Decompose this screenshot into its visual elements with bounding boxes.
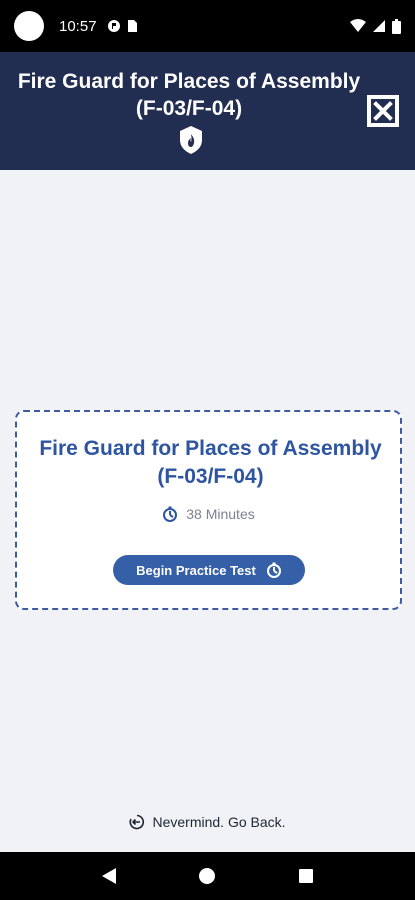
go-back-label: Nevermind. Go Back. — [152, 814, 286, 830]
begin-button-label: Begin Practice Test — [136, 562, 256, 578]
nav-recents-button[interactable] — [291, 861, 321, 891]
duration: 38 Minutes — [17, 506, 400, 522]
battery-icon — [392, 18, 401, 34]
duration-label: 38 Minutes — [186, 506, 255, 522]
circle-home-icon — [199, 868, 216, 884]
triangle-back-icon — [102, 868, 117, 884]
camera-cutout-icon — [14, 11, 44, 41]
status-time: 10:57 — [59, 17, 97, 35]
stopwatch-icon — [266, 562, 281, 578]
test-card: Fire Guard for Places of Assembly (F-03/… — [15, 410, 402, 610]
signal-icon — [373, 20, 385, 32]
system-nav-bar — [0, 852, 415, 900]
sim-card-icon — [127, 20, 137, 32]
close-button[interactable] — [366, 94, 400, 128]
nav-home-button[interactable] — [192, 861, 222, 891]
arrow-left-circle-icon — [130, 814, 145, 830]
status-bar: 10:57 — [0, 0, 415, 52]
nav-back-button[interactable] — [94, 861, 124, 891]
app-header: Fire Guard for Places of Assembly (F-03/… — [0, 52, 415, 170]
notification-icon — [107, 20, 120, 32]
stopwatch-icon — [163, 506, 178, 522]
square-recents-icon — [298, 869, 313, 883]
fire-shield-icon — [180, 126, 202, 154]
page-title: Fire Guard for Places of Assembly (F-03/… — [17, 70, 361, 120]
test-title: Fire Guard for Places of Assembly (F-03/… — [39, 437, 382, 488]
wifi-icon — [350, 19, 366, 32]
begin-practice-test-button[interactable]: Begin Practice Test — [113, 555, 305, 585]
go-back-link[interactable]: Nevermind. Go Back. — [0, 814, 415, 830]
